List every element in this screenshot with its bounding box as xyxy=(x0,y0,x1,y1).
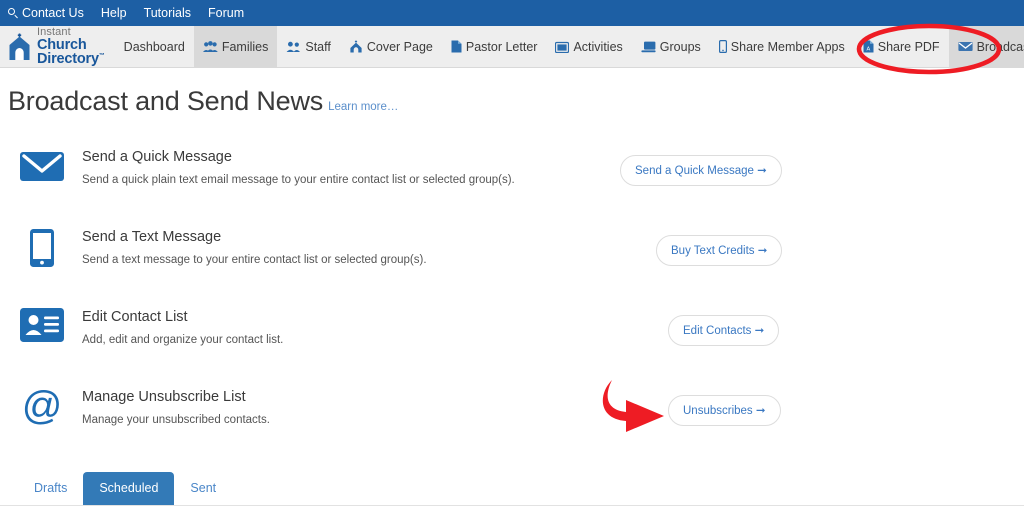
mobile-phone-icon xyxy=(30,229,54,267)
monitor-icon xyxy=(641,41,656,52)
nav-item-activities[interactable]: Activities xyxy=(546,26,631,67)
calendar-image-icon xyxy=(555,41,570,53)
edit-contacts-button[interactable]: Edit Contacts ➞ xyxy=(668,315,780,346)
row-title: Send a Text Message xyxy=(82,229,222,245)
row-description: Manage your unsubscribed contacts. xyxy=(82,414,270,426)
nav-item-pastor-letter[interactable]: Pastor Letter xyxy=(442,26,547,67)
row-title: Manage Unsubscribe List xyxy=(82,389,246,405)
nav-item-label: Broadcast News xyxy=(976,39,1024,54)
row-icon-wrap xyxy=(16,225,68,268)
row-action: Send a Quick Message ➞ xyxy=(620,155,782,186)
action-row-send-quick-message: Send a Quick Message Send a quick plain … xyxy=(8,141,1024,221)
nav-item-groups[interactable]: Groups xyxy=(632,26,710,67)
svg-text:A: A xyxy=(866,46,870,52)
nav-item-label: Activities xyxy=(573,39,623,54)
church-small-icon xyxy=(350,40,362,53)
topbar-link-label: Contact Us xyxy=(22,6,84,20)
send-quick-message-button[interactable]: Send a Quick Message ➞ xyxy=(620,155,782,186)
nav-item-label: Groups xyxy=(659,39,701,54)
row-action: Unsubscribes ➞ xyxy=(668,395,781,426)
people-icon xyxy=(202,40,218,52)
unsubscribes-button[interactable]: Unsubscribes ➞ xyxy=(668,395,781,426)
page-title: Broadcast and Send News xyxy=(8,86,324,116)
nav-item-label: Dashboard xyxy=(123,39,185,54)
search-icon xyxy=(8,8,18,19)
action-row-manage-unsubscribe-list: @ Manage Unsubscribe List Manage your un… xyxy=(8,381,1024,461)
tab-sent[interactable]: Sent xyxy=(174,472,232,505)
topbar-link-forum[interactable]: Forum xyxy=(208,6,244,20)
mobile-icon xyxy=(718,40,727,53)
church-icon xyxy=(9,33,30,60)
topbar-link-contact-us[interactable]: Contact Us xyxy=(8,6,84,20)
learn-more-link[interactable]: Learn more… xyxy=(328,101,398,113)
staff-people-icon xyxy=(286,41,301,52)
envelope-icon xyxy=(957,42,973,51)
tab-scheduled[interactable]: Scheduled xyxy=(83,472,175,505)
logo-text: Instant Church Directory™ xyxy=(37,26,105,67)
nav-item-label: Cover Page xyxy=(366,39,433,54)
row-action: Edit Contacts ➞ xyxy=(668,315,780,346)
row-text: Edit Contact List Add, edit and organize… xyxy=(82,305,283,346)
nav-item-label: Staff xyxy=(305,39,331,54)
row-action: Buy Text Credits ➞ xyxy=(656,235,783,266)
nav-item-label: Share Member Apps xyxy=(730,39,845,54)
action-row-edit-contact-list: Edit Contact List Add, edit and organize… xyxy=(8,301,1024,381)
utility-bar: Contact Us Help Tutorials Forum xyxy=(0,0,1024,26)
svg-text:@: @ xyxy=(22,388,62,428)
nav-item-label: Families xyxy=(221,39,269,54)
nav-item-list: Dashboard Families Staff Cover Page Past… xyxy=(115,26,1024,67)
row-text: Manage Unsubscribe List Manage your unsu… xyxy=(82,385,270,426)
row-description: Send a text message to your entire conta… xyxy=(82,254,427,266)
nav-item-label: Share PDF xyxy=(877,39,940,54)
buy-text-credits-button[interactable]: Buy Text Credits ➞ xyxy=(656,235,783,266)
main-navigation: Instant Church Directory™ Dashboard Fami… xyxy=(0,26,1024,68)
nav-item-share-pdf[interactable]: A Share PDF xyxy=(854,26,949,67)
action-row-send-text-message: Send a Text Message Send a text message … xyxy=(8,221,1024,301)
row-icon-wrap xyxy=(16,305,68,342)
at-sign-icon: @ xyxy=(22,388,62,428)
row-title: Send a Quick Message xyxy=(82,149,232,165)
document-icon xyxy=(451,40,462,53)
row-text: Send a Quick Message Send a quick plain … xyxy=(82,145,515,186)
logo-line-church-directory: Church Directory™ xyxy=(37,36,105,67)
row-icon-wrap xyxy=(16,145,68,184)
nav-item-broadcast-news[interactable]: Broadcast News xyxy=(948,26,1024,67)
row-title: Edit Contact List xyxy=(82,309,188,325)
pdf-icon: A xyxy=(863,40,874,53)
nav-item-cover-page[interactable]: Cover Page xyxy=(340,26,442,67)
logo[interactable]: Instant Church Directory™ xyxy=(0,26,115,67)
topbar-link-tutorials[interactable]: Tutorials xyxy=(144,6,191,20)
action-list: Send a Quick Message Send a quick plain … xyxy=(8,141,1024,461)
envelope-icon xyxy=(20,152,64,181)
nav-item-families[interactable]: Families xyxy=(193,26,278,67)
row-text: Send a Text Message Send a text message … xyxy=(82,225,427,266)
tab-drafts[interactable]: Drafts xyxy=(18,472,83,505)
app-window: Contact Us Help Tutorials Forum Instant … xyxy=(0,0,1024,506)
row-icon-wrap: @ xyxy=(16,385,68,428)
contact-card-icon xyxy=(20,308,64,342)
row-description: Add, edit and organize your contact list… xyxy=(82,334,284,346)
nav-item-share-member-apps[interactable]: Share Member Apps xyxy=(710,26,854,67)
main-content: Broadcast and Send News Learn more… Send… xyxy=(0,68,1024,461)
message-state-tabs: Drafts Scheduled Sent xyxy=(0,472,1024,506)
topbar-link-help[interactable]: Help xyxy=(101,6,127,20)
nav-item-staff[interactable]: Staff xyxy=(277,26,339,67)
nav-item-dashboard[interactable]: Dashboard xyxy=(115,26,194,67)
row-description: Send a quick plain text email message to… xyxy=(82,174,515,186)
nav-item-label: Pastor Letter xyxy=(465,39,538,54)
page-title-row: Broadcast and Send News Learn more… xyxy=(8,86,1024,117)
